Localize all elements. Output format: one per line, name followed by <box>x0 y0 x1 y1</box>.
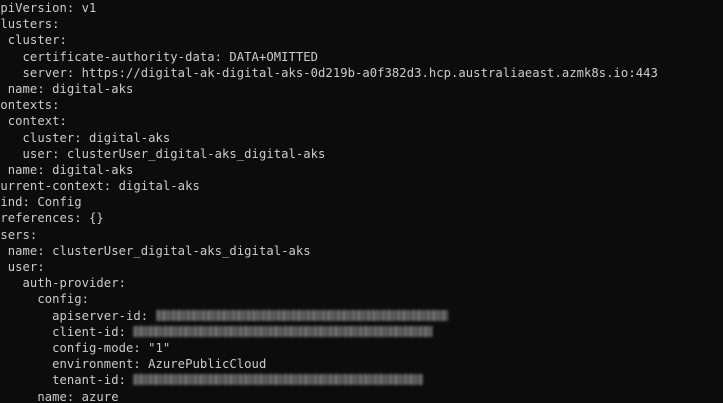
line-text: tenant-id: <box>0 373 134 388</box>
terminal-line: certificate-authority-data: DATA+OMITTED <box>0 49 658 65</box>
line-text: name: digital-aks <box>0 162 134 177</box>
line-text: - name: clusterUser_digital-aks_digital-… <box>0 243 311 258</box>
terminal-line: user: clusterUser_digital-aks_digital-ak… <box>0 146 658 162</box>
line-text: auth-provider: <box>0 276 126 291</box>
terminal-line: - cluster: <box>0 32 658 48</box>
terminal-line: cluster: digital-aks <box>0 130 658 146</box>
terminal-line: contexts: <box>0 97 658 113</box>
terminal-line: - context: <box>0 113 658 129</box>
line-text: cluster: digital-aks <box>0 130 171 145</box>
terminal-line: - name: clusterUser_digital-aks_digital-… <box>0 243 658 259</box>
terminal-line: config: <box>0 291 658 307</box>
redacted-value <box>133 374 424 386</box>
line-text: kind: Config <box>0 195 82 210</box>
terminal-line: clusters: <box>0 16 658 32</box>
line-text: client-id: <box>0 324 134 339</box>
line-text: - cluster: <box>0 33 67 48</box>
terminal-line: kind: Config <box>0 194 658 210</box>
line-text: apiVersion: v1 <box>0 1 97 15</box>
line-text: server: https://digital-ak-digital-aks-0… <box>0 65 658 80</box>
terminal-line: environment: AzurePublicCloud <box>0 356 658 372</box>
line-text: users: <box>0 227 38 242</box>
line-text: name: digital-aks <box>0 81 134 96</box>
line-text: apiserver-id: <box>0 308 156 323</box>
line-text: user: clusterUser_digital-aks_digital-ak… <box>0 146 326 161</box>
terminal-line: preferences: {} <box>0 210 658 226</box>
line-text: config: <box>0 292 90 307</box>
terminal-line: user: <box>0 259 658 275</box>
terminal-line: users: <box>0 227 658 243</box>
line-text: environment: AzurePublicCloud <box>0 357 267 372</box>
terminal-window[interactable]: apiVersion: v1 clusters: - cluster: cert… <box>0 0 723 403</box>
terminal-line: server: https://digital-ak-digital-aks-0… <box>0 65 658 81</box>
redacted-value <box>155 309 448 321</box>
terminal-line: apiVersion: v1 <box>0 0 658 16</box>
line-text: user: <box>7 260 45 274</box>
line-text: - context: <box>0 114 67 129</box>
terminal-line: auth-provider: <box>0 275 658 291</box>
terminal-line: name: azure <box>0 389 658 403</box>
terminal-line: name: digital-aks <box>0 81 658 97</box>
redacted-value <box>133 325 434 337</box>
line-text: name: azure <box>0 389 119 403</box>
terminal-line: current-context: digital-aks <box>0 178 658 194</box>
terminal-line: tenant-id: <box>0 372 658 388</box>
terminal-output: apiVersion: v1 clusters: - cluster: cert… <box>0 0 658 403</box>
line-text: preferences: {} <box>0 211 104 226</box>
line-text: certificate-authority-data: DATA+OMITTED <box>0 49 319 64</box>
terminal-line: name: digital-aks <box>0 162 658 178</box>
line-text: clusters: <box>0 17 60 32</box>
line-text: config-mode: "1" <box>0 340 171 355</box>
terminal-line: config-mode: "1" <box>0 340 658 356</box>
line-text: current-context: digital-aks <box>0 179 200 194</box>
terminal-line: apiserver-id: <box>0 308 658 324</box>
line-text: contexts: <box>0 98 60 113</box>
terminal-line: client-id: <box>0 324 658 340</box>
